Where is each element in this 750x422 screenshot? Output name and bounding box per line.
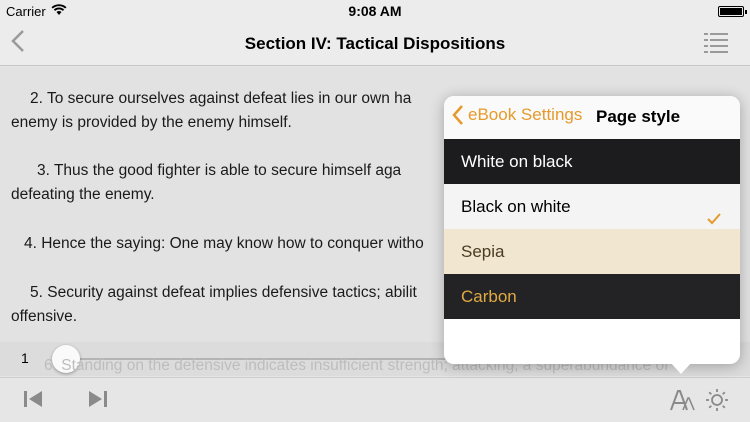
option-label: White on black	[461, 152, 573, 171]
battery-icon	[718, 6, 747, 17]
list-icon	[704, 33, 728, 53]
option-label: Carbon	[461, 287, 517, 306]
brightness-button[interactable]	[705, 388, 729, 412]
table-of-contents-button[interactable]	[704, 31, 728, 55]
style-option-black-on-white[interactable]: Black on white	[444, 184, 740, 229]
chevron-left-icon	[452, 105, 463, 125]
status-bar: Carrier 9:08 AM	[0, 0, 750, 22]
font-size-icon	[670, 390, 695, 411]
popover-header: eBook Settings Page style	[444, 96, 740, 139]
navigation-bar: Section IV: Tactical Dispositions	[0, 22, 750, 66]
style-option-sepia[interactable]: Sepia	[444, 229, 740, 274]
bottom-toolbar	[0, 377, 750, 422]
option-label: Sepia	[461, 242, 505, 261]
page-style-popover: eBook Settings Page style White on black…	[444, 96, 740, 364]
skip-forward-icon	[89, 391, 107, 407]
back-label: eBook Settings	[468, 105, 583, 124]
style-option-carbon[interactable]: Carbon	[444, 274, 740, 319]
sun-icon	[706, 389, 728, 411]
popover-title: Page style	[596, 107, 681, 126]
style-option-white-on-black[interactable]: White on black	[444, 139, 740, 184]
page-title: Section IV: Tactical Dispositions	[244, 34, 506, 53]
previous-section-button[interactable]	[22, 388, 46, 412]
ebook-settings-back-button[interactable]: eBook Settings	[452, 104, 582, 126]
page-number-label: 1	[21, 350, 29, 366]
option-label: Black on white	[461, 197, 571, 216]
skip-back-icon	[24, 391, 42, 407]
next-section-button[interactable]	[87, 388, 111, 412]
font-settings-button[interactable]	[670, 388, 695, 412]
popover-arrow	[670, 362, 692, 374]
status-time: 9:08 AM	[348, 3, 402, 19]
